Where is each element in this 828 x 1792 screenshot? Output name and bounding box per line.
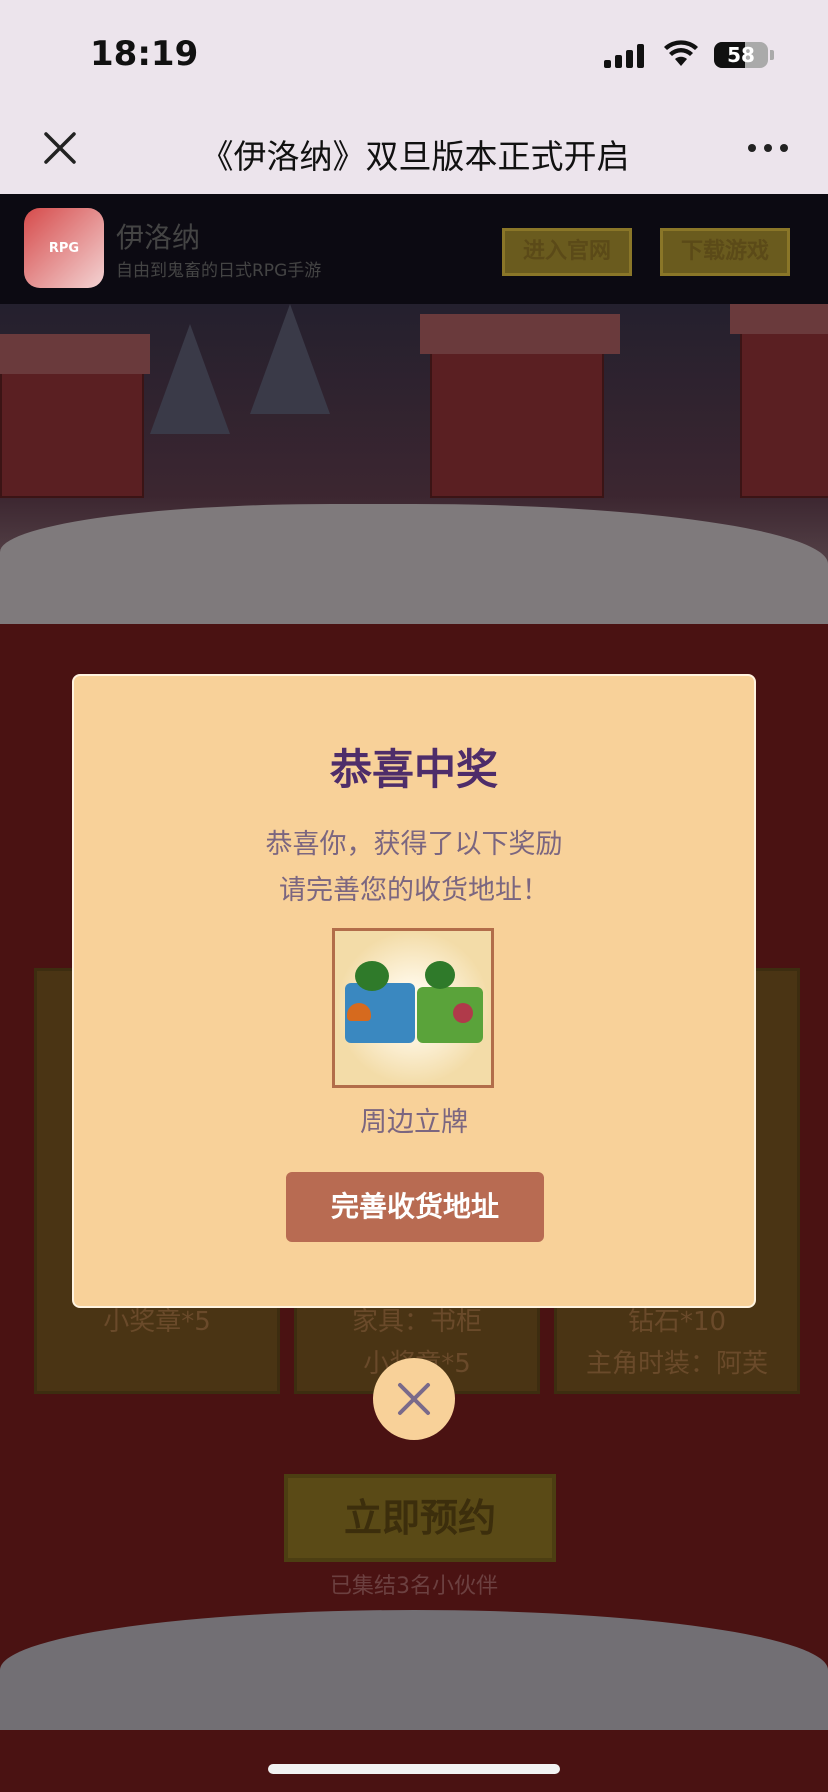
page-title: 《伊洛纳》双旦版本正式开启 bbox=[200, 137, 630, 176]
status-bar: 18:19 58 bbox=[0, 0, 828, 106]
more-options-icon[interactable] bbox=[748, 144, 788, 152]
browser-navbar: 《伊洛纳》双旦版本正式开启 bbox=[0, 106, 828, 194]
modal-message-line2: 请完善您的收货地址！ bbox=[279, 875, 549, 906]
wifi-icon bbox=[664, 40, 698, 66]
battery-level: 58 bbox=[727, 43, 755, 67]
complete-address-button[interactable]: 完善收货地址 bbox=[286, 1172, 544, 1242]
close-icon bbox=[398, 1383, 430, 1415]
prize-image bbox=[332, 928, 494, 1088]
modal-title: 恭喜中奖 bbox=[329, 745, 498, 794]
home-indicator bbox=[268, 1764, 560, 1774]
prize-modal: 恭喜中奖 恭喜你，获得了以下奖励 请完善您的收货地址！ 周边立牌 完善收货地址 bbox=[72, 674, 756, 1308]
status-time: 18:19 bbox=[90, 34, 199, 74]
modal-close-button[interactable] bbox=[373, 1358, 455, 1440]
cellular-signal-icon bbox=[604, 44, 648, 68]
battery-icon: 58 bbox=[714, 42, 768, 68]
close-icon[interactable] bbox=[40, 128, 80, 168]
prize-name: 周边立牌 bbox=[360, 1107, 468, 1138]
modal-message-line1: 恭喜你，获得了以下奖励 bbox=[265, 829, 563, 860]
